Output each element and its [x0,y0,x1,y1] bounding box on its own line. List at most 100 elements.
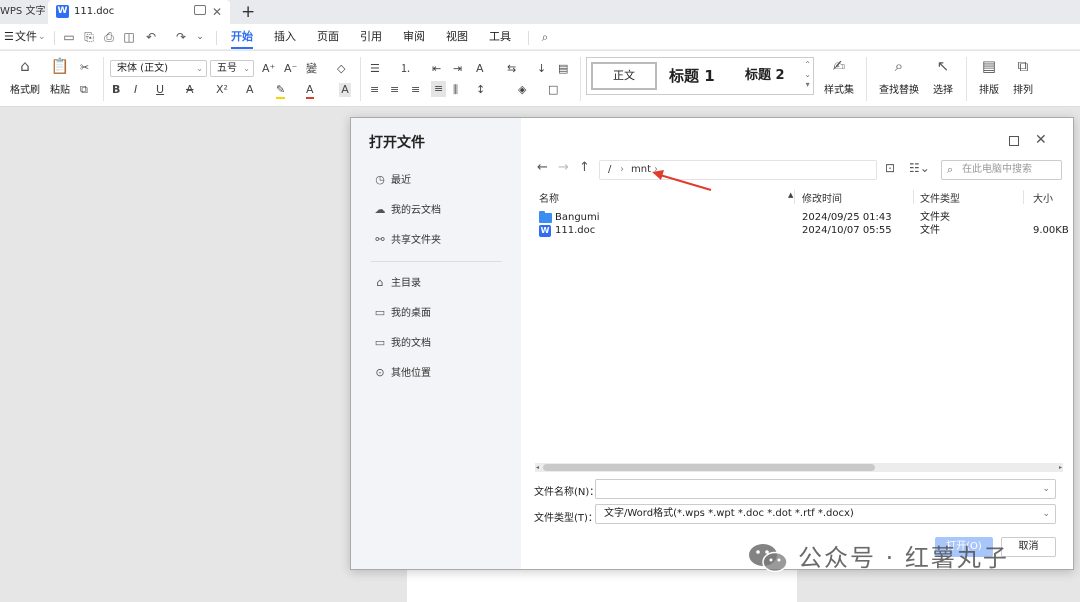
file-row[interactable]: Bangumi 2024/09/25 01:43 文件夹 [537,211,1075,225]
maximize-icon[interactable] [1009,136,1019,146]
file-menu[interactable]: 文件 [15,24,37,50]
layout-button[interactable]: ▤ 排版 [976,55,1002,96]
document-page[interactable] [407,565,797,602]
search-icon[interactable]: ⌕ [538,30,552,44]
highlight-icon[interactable]: ✎ [276,83,286,99]
chevron-down-icon[interactable]: ⌄ [38,24,46,50]
style-heading-1[interactable]: 标题 1 [669,62,715,90]
line-tab-icon[interactable]: ⇆ [507,62,516,76]
more-chevron-icon[interactable]: ⌄ [193,30,207,44]
tab-view[interactable]: 视图 [446,24,468,50]
cut-icon[interactable]: ✂ [80,61,89,75]
horizontal-scrollbar[interactable]: ◂ ▸ [535,463,1063,472]
strikethrough-icon[interactable]: A [186,83,194,97]
align-center-icon[interactable]: ≡ [390,83,399,97]
column-name[interactable]: 名称 [539,190,559,205]
tab-review[interactable]: 审阅 [403,24,425,50]
file-row[interactable]: W 111.doc 2024/10/07 05:55 文件 9.00KB [537,224,1075,238]
sidebar-item-home[interactable]: ⌂ 主目录 [373,273,422,293]
tab-references[interactable]: 引用 [360,24,382,50]
filetype-select[interactable]: 文字/Word格式(*.wps *.wpt *.doc *.dot *.rtf … [595,504,1056,524]
close-icon[interactable]: ✕ [1035,132,1047,148]
path-segment-root[interactable]: / [608,161,611,179]
column-modified[interactable]: 修改时间 [802,190,842,205]
scrollbar-thumb[interactable] [543,464,875,471]
tab-page[interactable]: 页面 [317,24,339,50]
char-shading-icon[interactable]: A [339,83,351,97]
select-button[interactable]: ↖ 选择 [928,55,958,96]
font-color-icon[interactable]: A [306,83,314,99]
align-left-icon[interactable]: ≡ [370,83,379,97]
forward-icon[interactable]: → [558,160,569,175]
path-breadcrumb[interactable]: / › mnt › [599,160,877,180]
filename-input[interactable]: ⌄ [595,479,1056,499]
monitor-icon[interactable] [194,5,206,15]
scroll-right-icon[interactable]: ▸ [1059,463,1062,472]
export-pdf-icon[interactable]: ⎘ [82,30,96,44]
font-name-select[interactable]: 宋体 (正文) ⌄ [110,60,207,77]
line-spacing-icon[interactable]: ↕ [476,83,485,97]
format-painter-button[interactable]: ⌂ 格式刷 [10,55,40,96]
style-heading-2[interactable]: 标题 2 [745,62,785,90]
text-effect-icon[interactable]: A [246,83,254,97]
border-icon[interactable]: □ [548,83,558,97]
copy-icon[interactable]: ⧉ [80,83,88,97]
find-replace-button[interactable]: ⌕ 查找替换 [876,55,922,96]
align-right-icon[interactable]: ≡ [411,83,420,97]
view-mode-icon[interactable]: ☷⌄ [909,161,930,175]
grow-font-icon[interactable]: A⁺ [262,62,275,76]
wps-home-tab[interactable]: WPS 文字 [0,0,45,24]
tab-insert[interactable]: 插入 [274,24,296,50]
column-type[interactable]: 文件类型 [920,190,960,205]
font-size-select[interactable]: 五号 ⌄ [210,60,254,77]
bullet-list-icon[interactable]: ☰ [370,62,380,76]
print-preview-icon[interactable]: ◫ [122,30,136,44]
text-direction-icon[interactable]: A [476,62,484,76]
column-divider[interactable] [1023,190,1024,204]
column-divider[interactable] [794,190,795,204]
distribute-icon[interactable]: ⫼ [453,83,458,97]
hamburger-icon[interactable]: ☰ [4,24,14,50]
sidebar-item-documents[interactable]: ▭ 我的文档 [373,333,431,353]
redo-icon[interactable]: ↷ [174,30,188,44]
sidebar-item-recent[interactable]: ◷ 最近 [373,170,411,190]
justify-icon[interactable]: ≡ [431,81,447,97]
decrease-indent-icon[interactable]: ⇤ [432,62,441,76]
italic-icon[interactable]: I [134,83,137,97]
style-set-button[interactable]: ✍ 样式集 [820,55,858,96]
shading-icon[interactable]: ◈ [518,83,526,97]
sidebar-item-other-locations[interactable]: ⊙ 其他位置 [373,363,431,383]
superscript-icon[interactable]: X² [216,83,228,97]
tab-home[interactable]: 开始 [231,24,253,50]
cancel-button[interactable]: 取消 [1001,537,1056,557]
close-tab-icon[interactable]: ✕ [212,0,222,24]
paste-button[interactable]: 📋 粘贴 [46,55,74,96]
new-tab-button[interactable]: + [241,0,255,24]
arrange-button[interactable]: ⧉ 排列 [1010,55,1036,96]
underline-icon[interactable]: U [156,83,164,97]
column-divider[interactable] [913,190,914,204]
chevron-down-icon[interactable]: ⌄ [1042,480,1050,498]
new-folder-icon[interactable]: ⊡ [885,161,895,175]
numbered-list-icon[interactable]: ⒈ [400,62,411,76]
path-segment-mnt[interactable]: mnt [631,161,651,179]
sort-icon[interactable]: ↓ [537,62,546,76]
document-tab[interactable]: W 111.doc ✕ [48,0,230,24]
styles-scroll-icon[interactable]: ⌃ ⌄ ▾ [804,60,811,90]
save-icon[interactable]: ▭ [62,30,76,44]
search-input[interactable]: ⌕ 在此电脑中搜索 [941,160,1062,180]
undo-icon[interactable]: ↶ [144,30,158,44]
sidebar-item-cloud-docs[interactable]: ☁ 我的云文档 [373,200,442,220]
increase-indent-icon[interactable]: ⇥ [453,62,462,76]
column-size[interactable]: 大小 [1033,190,1053,205]
shrink-font-icon[interactable]: A⁻ [284,62,297,76]
show-marks-icon[interactable]: ▤ [558,62,568,76]
print-icon[interactable]: ⎙ [102,30,116,44]
bold-icon[interactable]: B [112,83,120,97]
up-icon[interactable]: ↑ [579,160,590,175]
sidebar-item-desktop[interactable]: ▭ 我的桌面 [373,303,431,323]
style-normal[interactable]: 正文 [591,62,657,90]
scroll-left-icon[interactable]: ◂ [536,463,539,472]
clear-format-icon[interactable]: ◇ [337,62,345,76]
back-icon[interactable]: ← [537,160,548,175]
